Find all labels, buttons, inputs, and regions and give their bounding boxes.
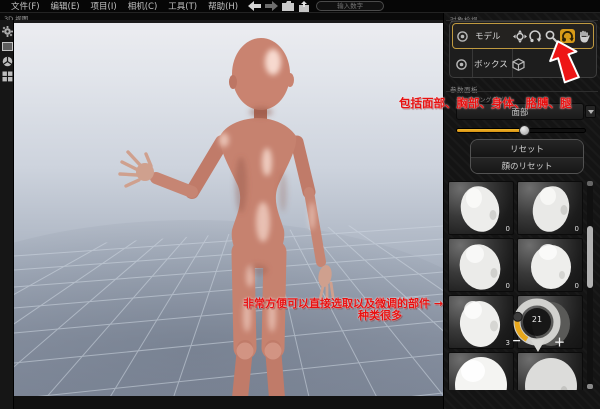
export-model-icon[interactable]: [298, 1, 310, 12]
menu-edit[interactable]: 编辑(E): [51, 0, 80, 12]
3d-viewport[interactable]: [14, 20, 443, 409]
menu-file[interactable]: 文件(F): [11, 0, 40, 12]
rotate-tool-icon[interactable]: [528, 29, 543, 43]
sphere-sections-icon[interactable]: [2, 56, 13, 67]
dial-minus-button[interactable]: −: [512, 334, 521, 347]
slider-fill: [457, 129, 524, 132]
menubar: 文件(F) 编辑(E) 项目(I) 相机(C) 工具(T) 帮助(H): [0, 0, 600, 13]
menu-camera[interactable]: 相机(C): [128, 0, 158, 12]
menubar-icons: [248, 1, 310, 12]
scrollbar-up-button[interactable]: [587, 181, 593, 186]
annotation-top-note: 包括面部、胸部、身体、胳膊、腿: [399, 95, 572, 111]
model-row-label: モデル: [475, 30, 511, 42]
face-thumbnail[interactable]: 3: [448, 295, 514, 349]
divider: [446, 91, 598, 92]
value-dial[interactable]: 21 − ＋: [510, 297, 564, 355]
face-thumbnail[interactable]: [448, 352, 514, 390]
thumbnail-badge: 0: [575, 282, 579, 290]
left-toolbar: [0, 20, 14, 409]
thumbnail-scrollbar[interactable]: [587, 181, 593, 390]
grid-windows-icon[interactable]: [2, 71, 13, 82]
dropdown-arrow-button[interactable]: [585, 105, 596, 118]
face-thumbnail[interactable]: 0: [517, 181, 583, 235]
menu-tools[interactable]: 工具(T): [168, 0, 197, 12]
box-row-label: ボックス: [474, 58, 510, 70]
thumbnail-badge: 0: [575, 225, 579, 233]
chevron-down-icon: [588, 110, 594, 114]
menu-help[interactable]: 帮助(H): [208, 0, 238, 12]
face-thumbnail-grid: 0 0 0 0 3: [448, 181, 583, 390]
cube-icon[interactable]: [511, 57, 526, 71]
scrollbar-thumb[interactable]: [587, 226, 593, 288]
face-thumbnail[interactable]: 0: [517, 238, 583, 292]
thumbnail-badge: 0: [506, 225, 510, 233]
undo-back-arrow-icon[interactable]: [248, 1, 261, 11]
face-thumbnail[interactable]: 0: [448, 181, 514, 235]
folder-icon[interactable]: [282, 1, 294, 11]
viewport-bottom-strip: [14, 396, 443, 409]
visibility-eye-icon[interactable]: [456, 59, 467, 70]
pan-hand-tool-icon[interactable]: [576, 29, 591, 43]
scrollbar-down-button[interactable]: [587, 384, 593, 389]
thumbnail-badge: 0: [506, 282, 510, 290]
face-thumbnail[interactable]: [517, 352, 583, 390]
reset-button[interactable]: リセット: [471, 140, 583, 157]
redo-forward-arrow-icon[interactable]: [265, 1, 278, 11]
morph-slider[interactable]: [456, 128, 586, 133]
dial-knob[interactable]: [513, 312, 522, 321]
annotation-bottom-note-line2: 种类很多: [338, 307, 422, 323]
number-input[interactable]: [316, 1, 384, 11]
3d-scene-canvas[interactable]: [14, 20, 443, 409]
params-header: 参数面板: [450, 84, 478, 94]
reset-button-group: リセット 顔のリセット: [470, 139, 584, 174]
dial-value: 21: [525, 315, 549, 324]
app-window: 文件(F) 编辑(E) 项目(I) 相机(C) 工具(T) 帮助(H) 3D 视…: [0, 0, 600, 409]
face-reset-button[interactable]: 顔のリセット: [471, 157, 583, 174]
dial-plus-button[interactable]: ＋: [554, 334, 565, 350]
gear-icon[interactable]: [2, 26, 13, 37]
menu-project[interactable]: 项目(I): [91, 0, 117, 12]
slider-knob[interactable]: [519, 125, 530, 136]
viewport-top-strip: [14, 20, 443, 23]
visibility-eye-icon[interactable]: [457, 31, 468, 42]
frame-view-icon[interactable]: [2, 41, 13, 52]
move-tool-icon[interactable]: [512, 29, 527, 43]
face-thumbnail[interactable]: 0: [448, 238, 514, 292]
